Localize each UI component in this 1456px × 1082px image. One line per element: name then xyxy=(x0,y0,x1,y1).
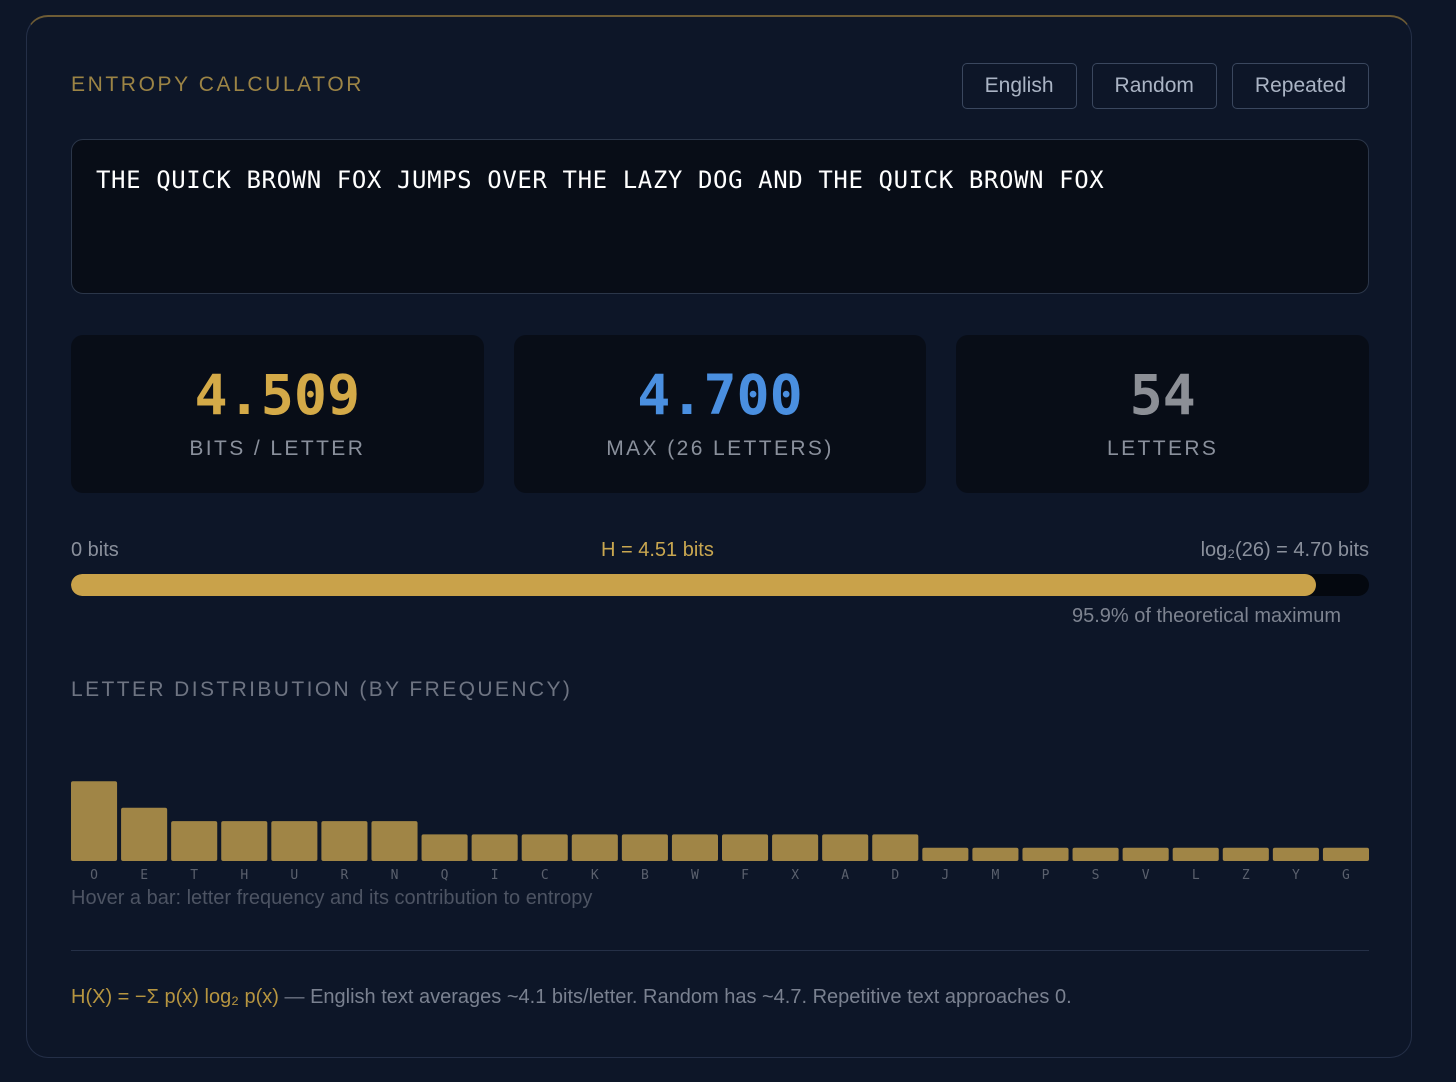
tick-label-t: T xyxy=(190,868,198,883)
bar-v[interactable] xyxy=(1122,847,1169,861)
text-input[interactable]: THE QUICK BROWN FOX JUMPS OVER THE LAZY … xyxy=(71,139,1369,294)
bar-n[interactable] xyxy=(371,821,418,861)
tick-label-l: L xyxy=(1192,868,1200,883)
bar-j[interactable] xyxy=(922,847,969,861)
page-title: ENTROPY CALCULATOR xyxy=(71,73,365,96)
tick-label-y: Y xyxy=(1292,868,1300,883)
letter-count-value: 54 xyxy=(1129,363,1196,427)
entropy-calculator-card: ENTROPY CALCULATOR English Random Repeat… xyxy=(26,15,1412,1058)
bar-u[interactable] xyxy=(271,821,318,861)
bar-y[interactable] xyxy=(1272,847,1319,861)
stats-row: 4.509 BITS / LETTER 4.700 MAX (26 LETTER… xyxy=(71,335,1370,493)
tick-label-o: O xyxy=(90,868,98,883)
preset-random-button[interactable]: Random xyxy=(1091,63,1217,109)
bar-x[interactable] xyxy=(772,834,819,861)
bar-h[interactable] xyxy=(221,821,268,861)
entropy-gauge-labels: 0 bits H = 4.51 bits log₂(26) = 4.70 bit… xyxy=(71,539,1369,567)
tick-label-r: R xyxy=(341,868,349,883)
tick-label-q: Q xyxy=(441,868,449,883)
tick-label-p: P xyxy=(1042,868,1050,883)
tick-label-u: U xyxy=(290,868,298,883)
tick-label-e: E xyxy=(140,868,148,883)
bar-g[interactable] xyxy=(1322,847,1369,861)
bar-f[interactable] xyxy=(722,834,769,861)
tick-label-j: J xyxy=(941,868,949,883)
tick-label-s: S xyxy=(1092,868,1100,883)
tick-label-f: F xyxy=(741,868,749,883)
bar-c[interactable] xyxy=(521,834,568,861)
tick-label-z: Z xyxy=(1242,868,1250,883)
gauge-current-label: H = 4.51 bits xyxy=(601,539,714,561)
letter-distribution-chart: OETHURNQICKBWFXADJMPSVLZYG xyxy=(71,781,1369,883)
bar-o[interactable] xyxy=(71,781,118,861)
bar-p[interactable] xyxy=(1022,847,1069,861)
bar-l[interactable] xyxy=(1172,847,1219,861)
tick-label-v: V xyxy=(1142,868,1150,883)
footer-note-text: English text averages ~4.1 bits/letter. … xyxy=(310,986,1072,1008)
divider xyxy=(71,950,1369,951)
bits-per-letter-label: BITS / LETTER xyxy=(189,437,366,460)
bits-per-letter-value: 4.509 xyxy=(194,363,361,427)
entropy-gauge xyxy=(71,574,1369,596)
bar-d[interactable] xyxy=(872,834,919,861)
gauge-min-label: 0 bits xyxy=(71,539,119,561)
tick-label-h: H xyxy=(240,868,248,883)
bar-r[interactable] xyxy=(321,821,368,861)
tick-label-n: N xyxy=(391,868,399,883)
preset-buttons: English Random Repeated xyxy=(961,63,1369,109)
stat-bits-per-letter: 4.509 BITS / LETTER xyxy=(71,335,484,493)
bar-w[interactable] xyxy=(671,834,718,861)
gauge-percent-label: 95.9% of theoretical maximum xyxy=(1071,605,1341,627)
hover-hint: Hover a bar: letter frequency and its co… xyxy=(71,887,593,909)
tick-label-d: D xyxy=(891,868,899,883)
footer-note: H(X) = −Σ p(x) log₂ p(x) — English text … xyxy=(71,986,1072,1009)
tick-label-a: A xyxy=(841,868,849,883)
bar-q[interactable] xyxy=(421,834,468,861)
tick-label-k: K xyxy=(591,868,599,883)
bar-t[interactable] xyxy=(171,821,218,861)
tick-label-b: B xyxy=(641,868,649,883)
stat-letter-count: 54 LETTERS xyxy=(956,335,1370,493)
tick-label-g: G xyxy=(1342,868,1350,883)
tick-label-w: W xyxy=(691,868,699,883)
footer-dash: — xyxy=(284,986,305,1008)
distribution-title: LETTER DISTRIBUTION (BY FREQUENCY) xyxy=(71,678,573,701)
tick-label-m: M xyxy=(992,868,1000,883)
letter-count-label: LETTERS xyxy=(1107,437,1219,460)
tick-label-x: X xyxy=(791,868,799,883)
bar-e[interactable] xyxy=(121,807,168,861)
stat-max-entropy: 4.700 MAX (26 LETTERS) xyxy=(513,335,927,493)
tick-label-i: I xyxy=(491,868,499,883)
bar-b[interactable] xyxy=(621,834,668,861)
tick-label-c: C xyxy=(541,868,549,883)
bar-z[interactable] xyxy=(1222,847,1269,861)
header: ENTROPY CALCULATOR English Random Repeat… xyxy=(71,63,1369,111)
entropy-formula: H(X) = −Σ p(x) log₂ p(x) xyxy=(71,986,279,1008)
preset-repeated-button[interactable]: Repeated xyxy=(1231,63,1369,109)
bar-k[interactable] xyxy=(571,834,618,861)
bar-i[interactable] xyxy=(471,834,518,861)
bar-m[interactable] xyxy=(972,847,1019,861)
preset-english-button[interactable]: English xyxy=(961,63,1077,109)
max-entropy-label: MAX (26 LETTERS) xyxy=(606,437,834,460)
max-entropy-value: 4.700 xyxy=(637,363,803,427)
entropy-gauge-fill xyxy=(71,574,1316,596)
bar-s[interactable] xyxy=(1072,847,1119,861)
gauge-max-label: log₂(26) = 4.70 bits xyxy=(1200,539,1369,561)
bar-a[interactable] xyxy=(822,834,869,861)
